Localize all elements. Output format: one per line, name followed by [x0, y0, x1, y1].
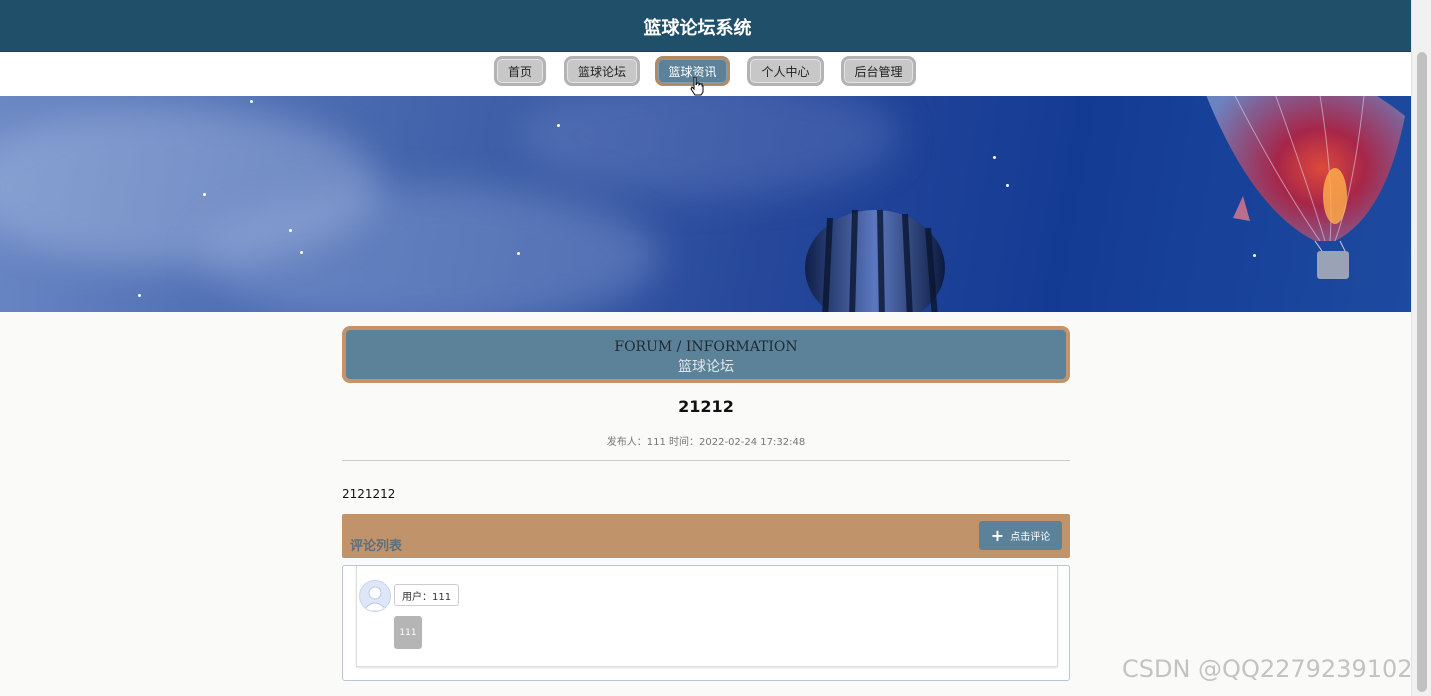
plus-icon: + — [990, 525, 1005, 545]
section-title-en: FORUM / INFORMATION — [614, 339, 798, 355]
scrollbar-thumb[interactable] — [1417, 52, 1427, 692]
comment-header-bar: 评论列表 + 点击评论 — [342, 514, 1070, 558]
hero-banner — [0, 96, 1412, 312]
hand-pointer-icon — [690, 76, 704, 96]
nav-home[interactable]: 首页 — [494, 56, 546, 86]
vertical-scrollbar[interactable] — [1411, 0, 1431, 696]
comment-item: 用户：111 111 — [356, 566, 1058, 667]
comment-content: 111 — [394, 616, 422, 649]
divider — [342, 460, 1070, 461]
section-header: FORUM / INFORMATION 篮球论坛 — [342, 326, 1070, 383]
nav-personal-center[interactable]: 个人中心 — [747, 56, 824, 86]
section-title-cn: 篮球论坛 — [678, 359, 734, 375]
add-comment-label: 点击评论 — [1010, 532, 1051, 543]
nav-admin[interactable]: 后台管理 — [841, 56, 916, 86]
balloon-center-icon — [805, 209, 945, 312]
post-title: 21212 — [678, 397, 734, 416]
comment-user: 用户：111 — [394, 584, 460, 606]
user-avatar-icon — [359, 580, 391, 612]
comment-list: 用户：111 111 — [342, 565, 1070, 681]
top-header: 篮球论坛系统 — [0, 0, 1412, 52]
comment-list-title: 评论列表 — [350, 539, 403, 554]
nav-forum[interactable]: 篮球论坛 — [564, 56, 640, 86]
post-body: 2121212 — [342, 487, 396, 501]
site-title: 篮球论坛系统 — [643, 18, 752, 39]
add-comment-button[interactable]: + 点击评论 — [979, 521, 1062, 550]
post-meta: 发布人：111 时间：2022-02-24 17:32:48 — [606, 437, 806, 448]
balloon-right-icon — [1206, 96, 1405, 279]
main-nav: 首页 篮球论坛 篮球资讯 个人中心 后台管理 — [0, 52, 1412, 96]
watermark: CSDN @QQ2279239102 — [1122, 655, 1413, 683]
